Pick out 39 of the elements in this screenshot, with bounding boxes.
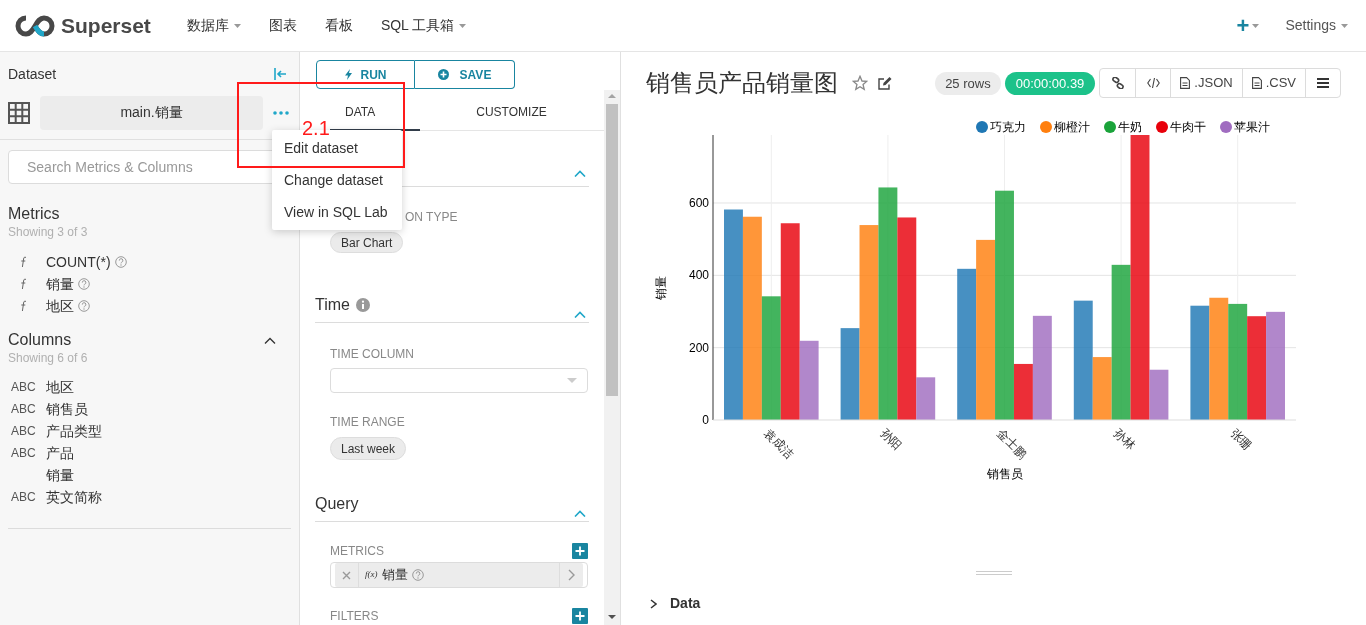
legend-label: 柳橙汁 — [1054, 119, 1090, 136]
field-label: TIME COLUMN — [330, 346, 415, 364]
type-label: ABC — [10, 489, 37, 506]
legend-label: 牛奶 — [1118, 119, 1142, 136]
tick-label: 600 — [688, 196, 709, 210]
tick-label: 200 — [688, 340, 709, 355]
type-label: ABC — [10, 423, 37, 440]
section-title: Query — [315, 494, 359, 514]
category-label: 金士鹏 — [994, 426, 1030, 462]
annotation-label: 2.1 — [302, 117, 330, 139]
tick-label: 400 — [688, 268, 709, 283]
brand-name: Superset — [61, 12, 151, 39]
duration-badge: 00:00:00.39 — [1004, 71, 1096, 95]
section-title: Time — [315, 295, 350, 316]
type-label: ABC — [10, 401, 37, 418]
category-label: 孙阳 — [877, 426, 905, 454]
chart-title: 销售员产品销量图 — [646, 68, 838, 98]
tick-label: 0 — [702, 413, 709, 427]
item-count: Showing 3 of 3 — [7, 224, 89, 240]
field-label: ON TYPE — [405, 209, 458, 227]
item-count: Showing 6 of 6 — [7, 350, 89, 366]
panel-title: Dataset — [8, 64, 57, 84]
axis-title: 销售员 — [986, 467, 1023, 481]
legend-label: 牛肉干 — [1170, 119, 1206, 136]
axis-title: 销量 — [654, 275, 668, 300]
category-label: 孙林 — [1111, 426, 1138, 454]
function-label: f(x) — [365, 568, 378, 582]
legend-label: 巧克力 — [990, 119, 1026, 136]
field-label: FILTERS — [330, 608, 379, 625]
field-label: TIME RANGE — [330, 414, 406, 431]
type-label: ABC — [10, 379, 37, 396]
row-count-badge: 25 rows — [935, 71, 1001, 95]
field-label: METRICS — [330, 543, 384, 560]
category-label: 张珊 — [1227, 426, 1255, 454]
metric-name: 销量 — [381, 566, 408, 585]
section-title: Columns — [8, 330, 72, 350]
legend-label: 苹果汁 — [1234, 119, 1270, 136]
category-label: 袁成洁 — [761, 426, 797, 462]
type-label: ABC — [10, 445, 37, 462]
